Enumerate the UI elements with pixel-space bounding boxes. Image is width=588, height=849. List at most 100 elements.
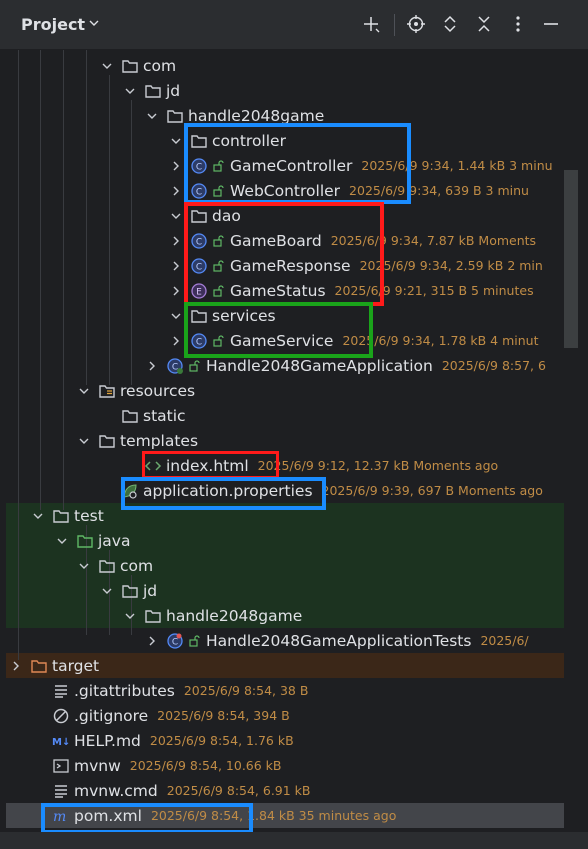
tree-item-com[interactable]: com — [101, 53, 176, 78]
tree-item-game-response[interactable]: C GameResponse 2025/6/9 9:34, 2.59 kB 2 mi… — [170, 253, 543, 278]
text-file-icon — [55, 784, 67, 798]
folder-icon — [167, 109, 183, 123]
expand-all-icon[interactable] — [440, 14, 460, 34]
chevron-down-icon[interactable] — [78, 385, 90, 397]
tree-item-resources[interactable]: resources — [78, 378, 195, 403]
tree-item-app-props[interactable]: application.properties 2025/6/9 9:39, 697… — [101, 478, 543, 503]
chevron-down-icon[interactable] — [101, 60, 113, 72]
tree-item-gitattributes[interactable]: .gitattributes 2025/6/9 8:54, 38 B — [32, 678, 308, 703]
tree-item-mvnw[interactable]: mvnw 2025/6/9 8:54, 10.66 kB — [32, 753, 281, 778]
file-info: 2025/6/9 9:34, 639 B 3 minu — [349, 183, 529, 198]
tree-item-help-md[interactable]: M↓ HELP.md 2025/6/9 8:54, 1.76 kB — [32, 728, 294, 753]
more-icon[interactable] — [508, 14, 528, 34]
tree-item-pom-xml[interactable]: m pom.xml 2025/6/9 8:54, 1.84 kB 35 minute… — [32, 803, 396, 828]
tree-item-dao[interactable]: dao — [170, 203, 241, 228]
test-sources-folder-icon — [77, 534, 93, 548]
chevron-right-icon[interactable] — [146, 360, 158, 372]
tree-item-label: GameResponse — [230, 256, 351, 275]
tree-item-test-com[interactable]: com — [78, 553, 153, 578]
tree-item-label: templates — [120, 431, 199, 450]
file-info: 2025/6/9 9:34, 1.44 kB 3 minu — [361, 158, 553, 173]
locate-icon[interactable] — [406, 14, 426, 34]
chevron-down-icon[interactable] — [32, 510, 44, 522]
project-title[interactable]: Project — [21, 15, 85, 34]
chevron-down-icon[interactable] — [170, 310, 182, 322]
markdown-icon: M↓ — [52, 737, 70, 748]
tree-item-label: dao — [212, 206, 241, 225]
tree-guide — [40, 50, 41, 510]
folder-icon — [191, 309, 207, 323]
tree-item-game-board[interactable]: C GameBoard 2025/6/9 9:34, 7.87 kB Moments — [170, 228, 536, 253]
project-tree: com jd handle2048game controller C GameContro… — [0, 50, 588, 849]
tree-item-mvnw-cmd[interactable]: mvnw.cmd 2025/6/9 8:54, 6.91 kB — [32, 778, 311, 803]
file-info: 2025/6/9 9:39, 697 B Moments ago — [321, 483, 543, 498]
svg-text:E: E — [196, 287, 202, 297]
tree-item-label: java — [98, 531, 131, 550]
chevron-right-icon[interactable] — [146, 635, 158, 647]
chevron-down-icon[interactable] — [124, 85, 136, 97]
tree-item-test-handle[interactable]: handle2048game — [124, 603, 302, 628]
chevron-right-icon[interactable] — [170, 160, 182, 172]
chevron-down-icon[interactable] — [124, 610, 136, 622]
chevron-down-icon[interactable] — [56, 535, 68, 547]
tree-guide — [63, 50, 64, 510]
tree-item-templates[interactable]: templates — [78, 428, 198, 453]
file-info: 2025/6/9 8:54, 10.66 kB — [129, 758, 282, 773]
maven-icon: m — [53, 809, 66, 825]
tree-item-java[interactable]: java — [56, 528, 130, 553]
public-access-icon — [213, 284, 224, 297]
tree-item-handle2048game[interactable]: handle2048game — [146, 103, 324, 128]
tree-item-label: Handle2048GameApplicationTests — [206, 631, 472, 650]
tree-item-target[interactable]: target — [10, 653, 99, 678]
public-access-icon — [213, 334, 224, 347]
minimize-icon[interactable] — [541, 14, 561, 34]
chevron-down-icon[interactable] — [170, 210, 182, 222]
chevron-right-icon[interactable] — [170, 235, 182, 247]
tree-item-jd[interactable]: jd — [124, 78, 180, 103]
vertical-scrollbar[interactable] — [564, 170, 578, 348]
chevron-right-icon[interactable] — [170, 335, 182, 347]
public-access-icon — [189, 634, 200, 647]
collapse-all-icon[interactable] — [474, 14, 494, 34]
tree-item-services[interactable]: services — [170, 303, 276, 328]
chevron-right-icon[interactable] — [10, 660, 22, 672]
chevron-down-icon[interactable] — [146, 110, 158, 122]
test-class-icon: C — [167, 632, 183, 649]
tree-item-test-jd[interactable]: jd — [101, 578, 157, 603]
tree-item-label: Handle2048GameApplication — [206, 356, 433, 375]
properties-file-icon — [123, 483, 137, 499]
tree-item-game-service[interactable]: C GameService 2025/6/9 9:34, 1.78 kB 4 min… — [170, 328, 538, 353]
chevron-right-icon[interactable] — [170, 260, 182, 272]
tree-item-label: .gitignore — [74, 706, 149, 725]
chevron-down-icon[interactable] — [88, 17, 100, 29]
chevron-down-icon[interactable] — [78, 560, 90, 572]
chevron-down-icon[interactable] — [78, 435, 90, 447]
tree-item-app-tests[interactable]: C Handle2048GameApplicationTests 2025/6/ — [146, 628, 529, 653]
tree-item-label: static — [143, 406, 186, 425]
svg-text:m: m — [53, 809, 66, 825]
tree-item-label: jd — [143, 581, 158, 600]
tree-item-gitignore[interactable]: .gitignore 2025/6/9 8:54, 394 B — [32, 703, 290, 728]
svg-text:C: C — [196, 237, 202, 247]
tree-item-controller[interactable]: controller — [170, 128, 286, 153]
chevron-right-icon[interactable] — [170, 285, 182, 297]
tree-item-test[interactable]: test — [32, 503, 104, 528]
tree-item-game-controller[interactable]: C GameController 2025/6/9 9:34, 1.44 kB 3 … — [170, 153, 553, 178]
chevron-right-icon[interactable] — [170, 185, 182, 197]
file-info: 2025/6/ — [480, 633, 529, 648]
add-icon[interactable] — [361, 14, 381, 34]
tree-item-app-class[interactable]: C Handle2048GameApplication 2025/6/9 8:57,… — [146, 353, 546, 378]
tree-item-static[interactable]: static — [101, 403, 186, 428]
tree-item-game-status[interactable]: E GameStatus 2025/6/9 9:21, 315 B 5 minute… — [170, 278, 534, 303]
file-info: 2025/6/9 8:54, 38 B — [183, 683, 309, 698]
tree-item-index-html[interactable]: index.html 2025/6/9 9:12, 12.37 kB Moment… — [124, 453, 498, 478]
chevron-down-icon[interactable] — [170, 135, 182, 147]
chevron-down-icon[interactable] — [101, 585, 113, 597]
tree-item-web-controller[interactable]: C WebController 2025/6/9 9:34, 639 B 3 min… — [170, 178, 529, 203]
tree-guide — [18, 50, 19, 660]
svg-text:C: C — [172, 637, 178, 647]
file-info: 2025/6/9 9:21, 315 B 5 minutes — [334, 283, 534, 298]
file-info: 2025/6/9 9:34, 2.59 kB 2 min — [359, 258, 543, 273]
folder-icon — [145, 609, 161, 623]
folder-icon — [191, 134, 207, 148]
